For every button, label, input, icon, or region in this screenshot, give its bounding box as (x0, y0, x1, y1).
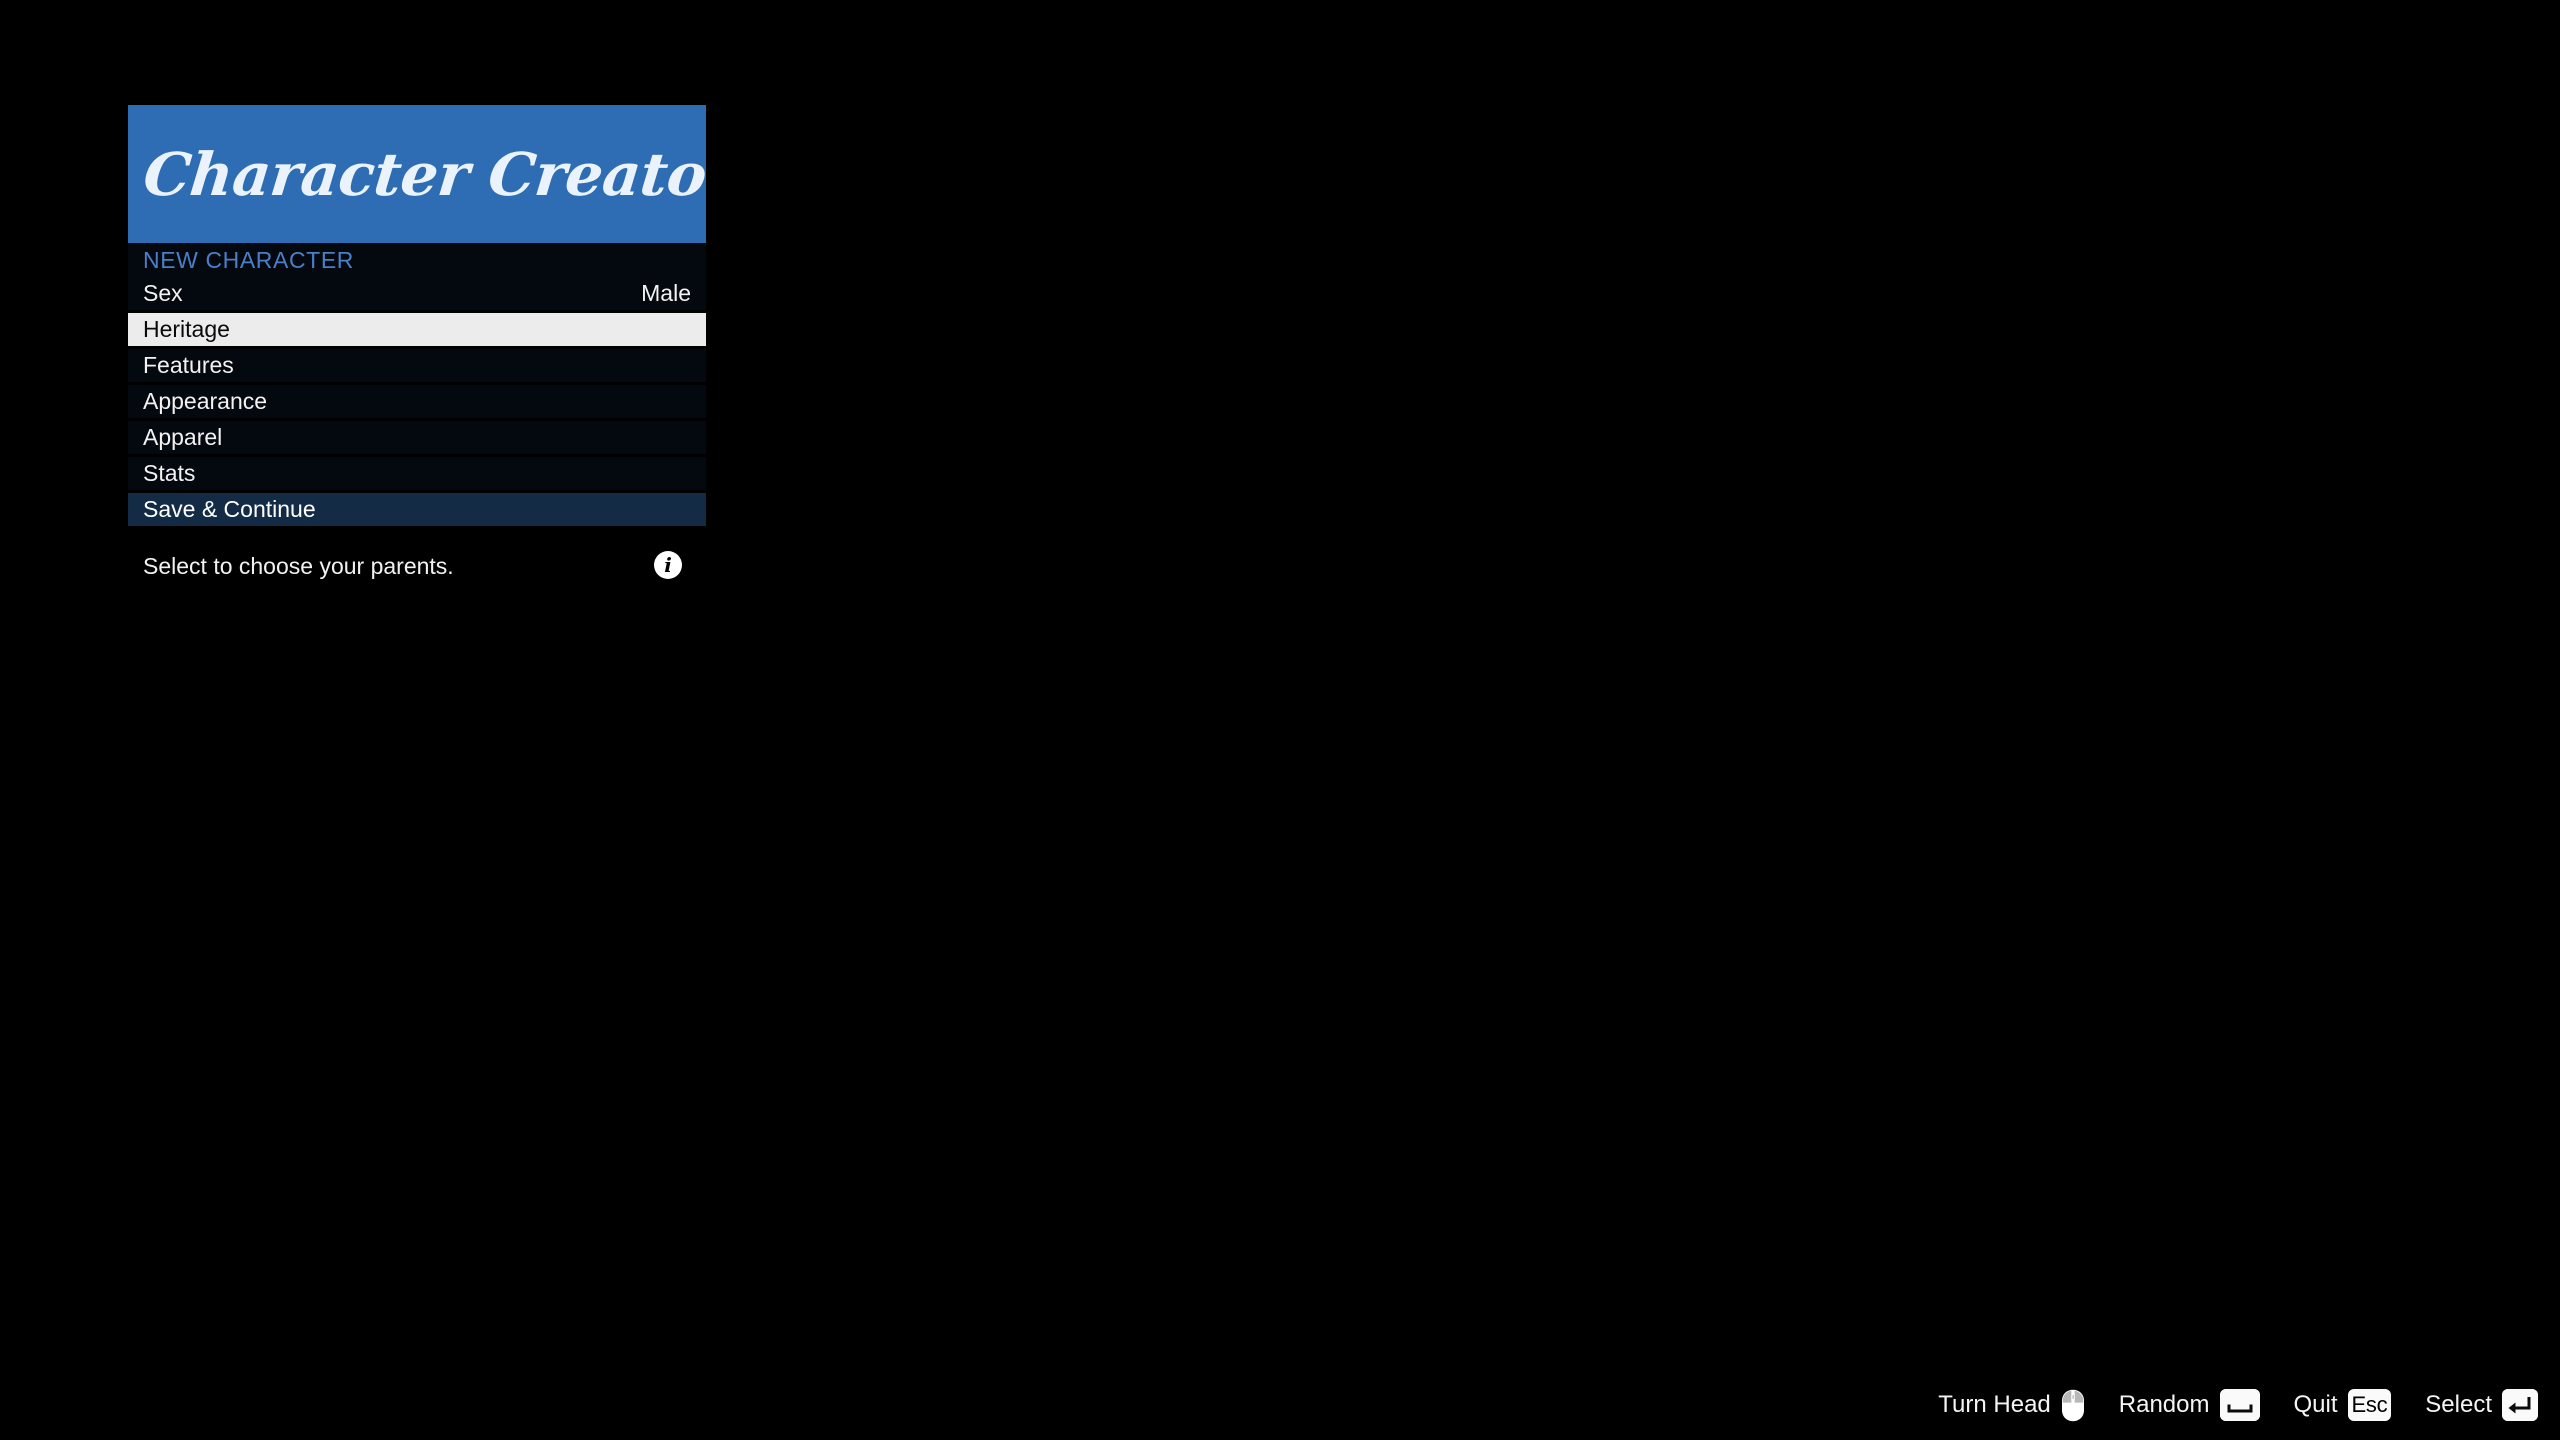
control-hint-quit[interactable]: Quit Esc (2294, 1385, 2392, 1425)
menu-item-label: Apparel (143, 424, 223, 450)
menu-item-label: Save & Continue (143, 496, 316, 522)
control-hint-label: Random (2118, 1391, 2210, 1418)
page-title: Character Creator (140, 139, 706, 209)
menu-item-apparel[interactable]: Apparel (128, 421, 706, 454)
section-label-new-character: NEW CHARACTER (128, 243, 706, 277)
menu-item-label: Features (143, 352, 234, 378)
character-creator-panel: Character Creator NEW CHARACTER Sex Male… (128, 105, 706, 584)
enter-key-icon[interactable] (2502, 1389, 2538, 1421)
panel-hint-row: Select to choose your parents. i (128, 548, 706, 584)
control-hint-select[interactable]: Select (2425, 1385, 2538, 1425)
menu-item-appearance[interactable]: Appearance (128, 385, 706, 418)
control-hint-bar: Turn Head Random Quit Esc Select (1938, 1385, 2538, 1425)
spacebar-key-icon[interactable] (2219, 1389, 2260, 1421)
info-icon[interactable]: i (654, 551, 682, 579)
menu-item-label: Stats (143, 460, 196, 486)
control-hint-turn-head[interactable]: Turn Head (1938, 1385, 2085, 1425)
escape-key-icon[interactable]: Esc (2347, 1389, 2392, 1421)
menu-item-label: Heritage (143, 316, 230, 342)
creator-menu-list: Sex Male Heritage Features Appearance Ap… (128, 277, 706, 526)
control-hint-random[interactable]: Random (2119, 1385, 2260, 1425)
menu-item-save-and-continue[interactable]: Save & Continue (128, 493, 706, 526)
control-hint-label: Quit (2293, 1391, 2338, 1418)
mouse-icon (2061, 1389, 2085, 1422)
menu-item-sex[interactable]: Sex Male (128, 277, 706, 310)
menu-item-heritage[interactable]: Heritage (128, 313, 706, 346)
menu-item-value: Male (641, 280, 691, 306)
game-viewport: Character Creator NEW CHARACTER Sex Male… (0, 0, 2560, 1440)
panel-title-banner: Character Creator (128, 105, 706, 243)
info-icon-glyph: i (664, 553, 672, 577)
menu-item-features[interactable]: Features (128, 349, 706, 382)
menu-item-label: Appearance (143, 388, 268, 414)
menu-item-stats[interactable]: Stats (128, 457, 706, 490)
control-hint-label: Select (2425, 1391, 2492, 1418)
control-hint-label: Turn Head (1938, 1391, 2051, 1418)
menu-item-label: Sex (143, 280, 183, 306)
panel-hint-text: Select to choose your parents. (143, 552, 454, 579)
